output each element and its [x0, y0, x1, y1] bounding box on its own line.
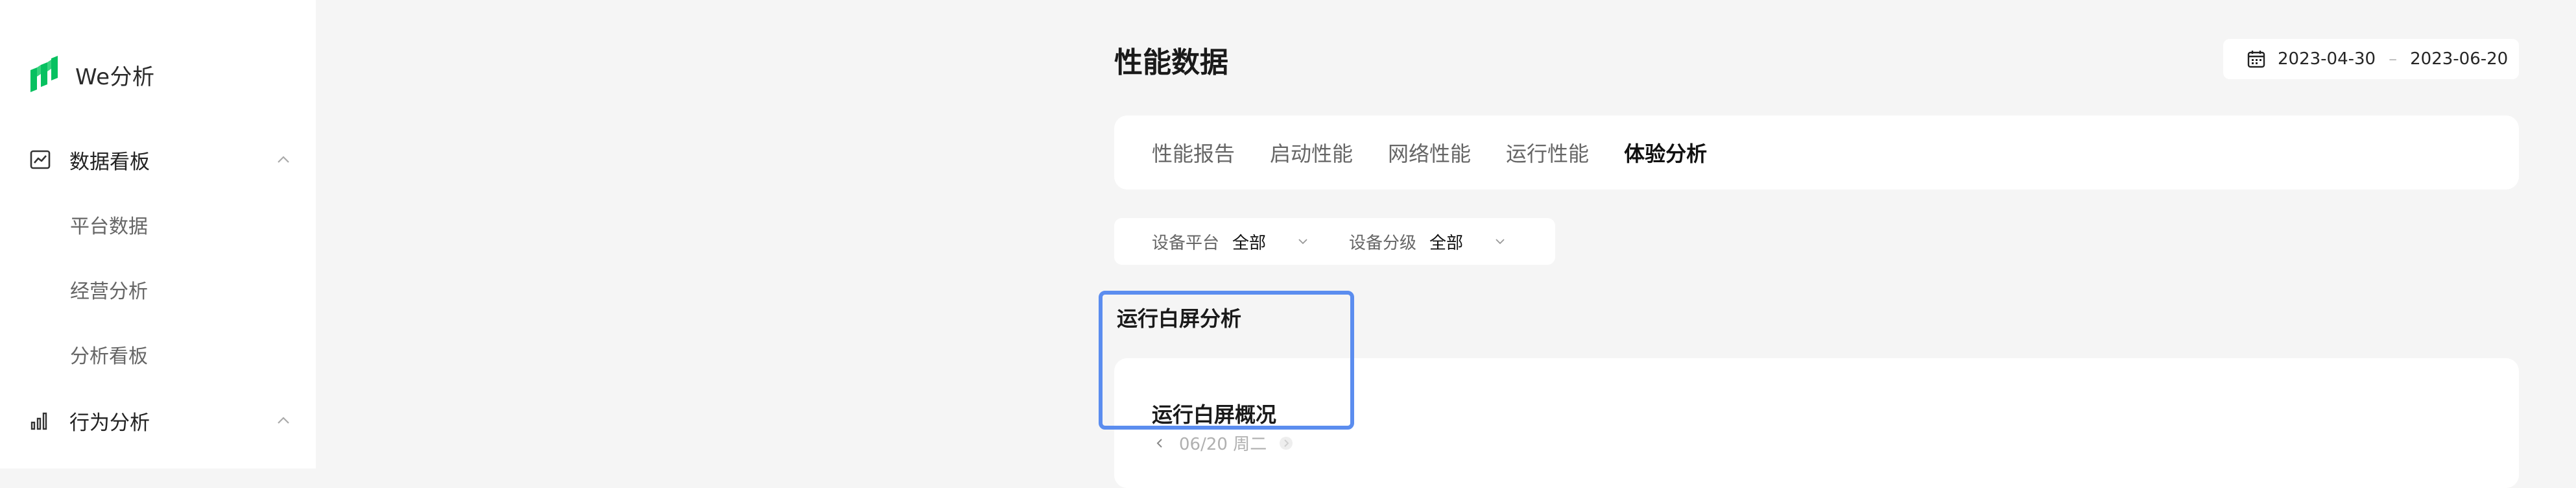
sidebar-item-platform-data[interactable]: 平台数据	[70, 205, 148, 244]
sidebar-group-behavior-analysis[interactable]: 行为分析	[29, 400, 292, 441]
filter-value: 全部	[1429, 233, 1464, 253]
section-heading: 运行白屏分析	[1117, 306, 1242, 331]
date-range-end: 2023-06-20	[2410, 49, 2509, 69]
chevron-up-icon[interactable]	[274, 151, 292, 169]
page-title: 性能数据	[1114, 46, 1228, 79]
sidebar-group-label: 行为分析	[69, 411, 150, 435]
current-date: 06/20 周二	[1179, 435, 1267, 454]
filter-bar: 设备平台 全部 设备分级 全部	[1114, 218, 1555, 265]
tab-experience-analysis[interactable]: 体验分析	[1624, 138, 1707, 167]
filter-label: 设备分级	[1349, 233, 1417, 253]
filter-value: 全部	[1232, 233, 1267, 253]
sidebar-group-data-board[interactable]: 数据看板	[29, 139, 292, 180]
tab-network-performance[interactable]: 网络性能	[1388, 138, 1471, 167]
chevron-down-icon	[1496, 239, 1505, 245]
date-range-picker[interactable]: 2023-04-30 – 2023-06-20	[2223, 39, 2519, 79]
bar-chart-icon	[30, 412, 47, 430]
filter-label: 设备平台	[1152, 233, 1220, 253]
sidebar-item-business-analysis[interactable]: 经营分析	[70, 270, 148, 309]
chart-board-icon	[30, 150, 51, 169]
brand[interactable]: We分析	[29, 56, 155, 93]
calendar-icon	[2247, 51, 2265, 68]
chevron-up-icon[interactable]	[274, 411, 292, 430]
device-tier-filter[interactable]: 设备分级 全部	[1349, 230, 1507, 254]
tab-startup-performance[interactable]: 启动性能	[1270, 138, 1353, 167]
sidebar-group-label: 数据看板	[69, 150, 150, 174]
date-navigator: 06/20 周二	[1152, 431, 1294, 455]
brand-name: We分析	[75, 64, 155, 90]
date-range-start: 2023-04-30	[2278, 49, 2376, 69]
performance-tabs: 性能报告 启动性能 网络性能 运行性能 体验分析	[1114, 116, 2519, 189]
date-range-separator: –	[2389, 49, 2398, 69]
sidebar: We分析 数据看板 平台数据 经营分析 分析看板 行为分析	[0, 0, 316, 469]
chevron-down-icon	[1298, 239, 1307, 245]
tab-performance-report[interactable]: 性能报告	[1152, 138, 1235, 167]
card-title: 运行白屏概况	[1152, 402, 1277, 427]
white-screen-overview-card: 运行白屏概况 06/20 周二	[1114, 358, 2519, 488]
we-analysis-logo-icon	[30, 56, 58, 92]
chevron-left-icon[interactable]	[1152, 435, 1167, 451]
chevron-right-icon[interactable]	[1278, 435, 1294, 451]
tab-runtime-performance[interactable]: 运行性能	[1506, 138, 1589, 167]
sidebar-item-analysis-board[interactable]: 分析看板	[70, 335, 148, 374]
device-platform-filter[interactable]: 设备平台 全部	[1152, 230, 1310, 254]
